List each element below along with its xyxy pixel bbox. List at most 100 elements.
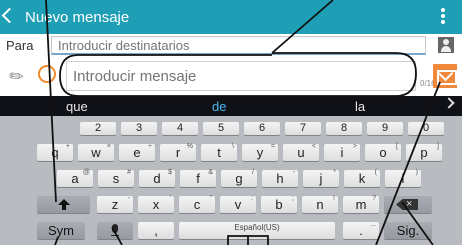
key-j[interactable]: j * [303,169,339,187]
key-r-hint: % [186,143,193,150]
key-s[interactable]: s # [98,169,134,187]
key-m-label: m [355,197,367,212]
backspace-key[interactable] [384,196,432,213]
prediction-word-2[interactable]: de [212,99,226,114]
key-num-2-label: 2 [94,122,102,134]
comma-key[interactable]: , [138,222,174,239]
key-i-label: i [340,145,344,160]
key-l-hint: ) [415,169,418,176]
message-input[interactable] [66,61,416,91]
key-q-label: q [51,145,59,160]
key-num-0[interactable]: 0 [408,122,444,135]
key-e-label: e [133,145,141,160]
key-r-label: r [175,145,181,160]
microphone-icon [112,224,118,233]
key-num-9[interactable]: 9 [367,122,403,135]
key-a-label: a [71,171,79,186]
key-num-0-label: 0 [422,122,430,134]
key-t[interactable]: t \ [201,143,237,161]
key-f[interactable]: f & [180,169,216,187]
key-num-9-label: 9 [381,122,389,134]
key-b-hint: ; [292,195,294,202]
recipient-row: Para [0,34,462,56]
key-y-label: y [256,145,264,160]
key-b-label: b [275,197,283,212]
key-g-hint: / [252,169,254,176]
key-c-hint: " [209,195,213,202]
sym-key-label: Sym [48,223,74,238]
key-g[interactable]: g / [221,169,257,187]
key-n[interactable]: n! [302,195,338,213]
key-num-6[interactable]: 6 [244,122,280,135]
key-l-label: l [401,171,405,186]
back-chevron-icon[interactable] [1,7,18,24]
key-j-label: j [319,171,323,186]
key-num-5[interactable]: 5 [203,122,239,135]
key-v-hint: : [251,195,253,202]
backspace-icon [396,199,418,210]
key-num-7-label: 7 [299,122,307,134]
contact-icon[interactable] [438,37,454,53]
shift-key[interactable] [37,196,90,213]
key-e[interactable]: e ÷ [119,143,155,161]
key-n-hint: ! [333,195,335,202]
key-num-2[interactable]: 2 [80,122,116,135]
key-a-hint: @ [82,169,90,176]
key-v[interactable]: v: [220,195,256,213]
key-num-8[interactable]: 8 [326,122,362,135]
key-q-hint: + [65,143,70,150]
key-h[interactable]: h- [262,169,298,187]
keyboard: 2 3 4 5 6 7 8 9 0 q + w × e ÷ r% t \ y = u < i > o[p] a @ s # d $ f & g / h… [0,116,462,245]
key-b[interactable]: b; [261,195,297,213]
key-x-label: x [152,197,160,212]
sym-key[interactable]: Sym [37,222,85,239]
key-o-hint: [ [396,143,398,150]
key-num-4[interactable]: 4 [162,122,198,135]
prediction-word-1[interactable]: que [66,99,88,114]
key-m[interactable]: m? [343,195,379,213]
key-w-label: w [91,145,101,160]
period-key[interactable]: .... [343,221,379,239]
next-key[interactable]: Sig. [384,222,432,239]
key-d[interactable]: d $ [139,169,175,187]
action-bar: Nuevo mensaje [0,0,462,34]
key-num-3[interactable]: 3 [121,122,157,135]
key-o-label: o [379,145,387,160]
prediction-word-3[interactable]: la [355,99,365,114]
send-envelope-icon[interactable] [433,64,457,88]
key-o[interactable]: o[ [365,143,401,161]
paperclip-icon[interactable]: ✎ [5,65,29,89]
compose-row: ✎ 0/160/1 [0,56,462,96]
key-i[interactable]: i > [324,143,360,161]
key-u[interactable]: u < [283,143,319,161]
key-num-4-label: 4 [176,122,184,134]
key-s-hint: # [127,169,131,176]
key-w[interactable]: w × [78,143,114,161]
space-key[interactable]: Español(US) [179,222,335,239]
key-num-7[interactable]: 7 [285,122,321,135]
key-z[interactable]: z- [97,195,133,213]
voice-input-key[interactable] [97,222,133,239]
key-k-hint: ( [374,169,377,176]
key-g-label: g [235,171,243,186]
key-p-hint: ] [437,143,439,150]
key-x[interactable]: x ' [138,195,174,213]
key-y[interactable]: y = [242,143,278,161]
key-k[interactable]: k( [344,169,380,187]
smiley-icon[interactable] [38,65,56,83]
overflow-menu-icon[interactable] [440,6,446,28]
key-c[interactable]: c " [179,195,215,213]
key-r[interactable]: r% [160,143,196,161]
key-p[interactable]: p] [406,143,442,161]
key-k-label: k [358,171,366,186]
key-l[interactable]: l) [385,169,421,187]
key-q[interactable]: q + [37,143,73,161]
recipient-input[interactable] [51,36,426,55]
key-i-hint: > [352,143,357,150]
key-num-6-label: 6 [258,122,266,134]
chevron-right-icon[interactable] [443,97,455,109]
key-num-3-label: 3 [135,122,143,134]
key-y-hint: = [270,143,275,150]
key-a[interactable]: a @ [57,169,93,187]
space-language-label: Español(US) [234,223,280,232]
